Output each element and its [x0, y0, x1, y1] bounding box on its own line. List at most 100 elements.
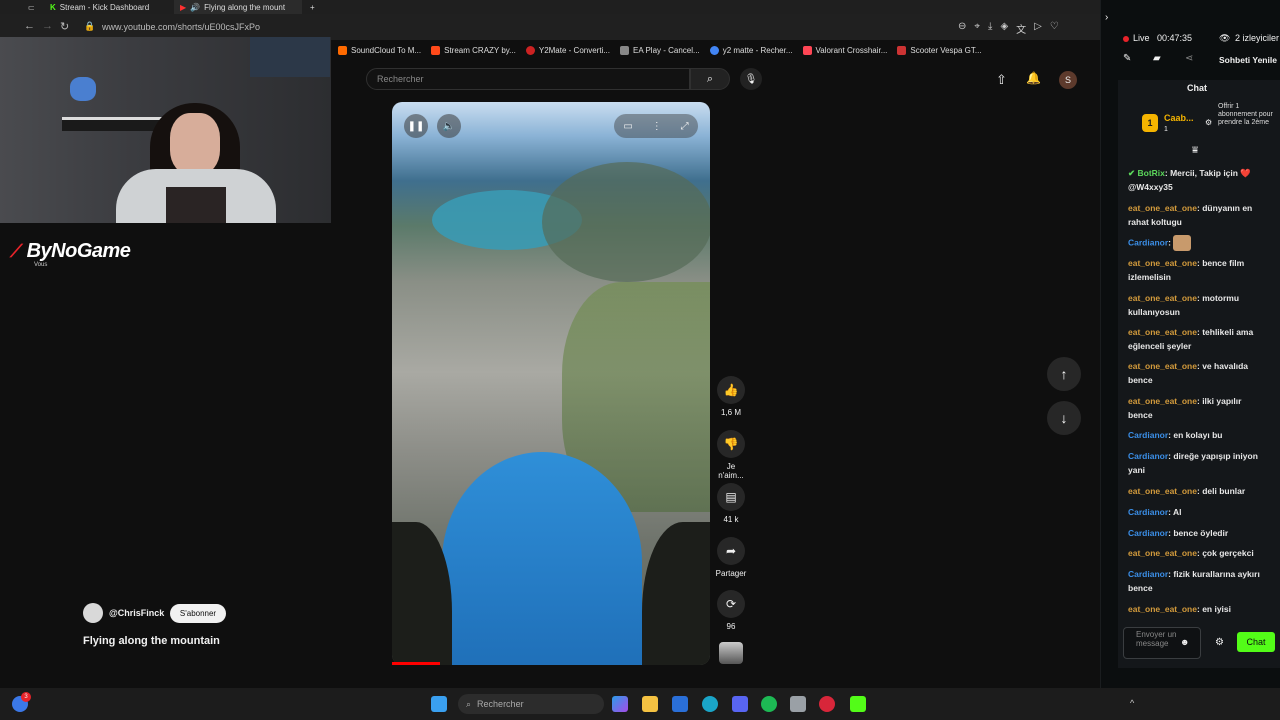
- emote-icon: [1173, 235, 1192, 251]
- pinned-user[interactable]: Caab...: [1164, 113, 1194, 123]
- share-icon[interactable]: ⋖: [1185, 53, 1193, 64]
- chat-message: eat_one_eat_one: çok gerçekci: [1128, 548, 1254, 558]
- eye-icon: 👁: [1219, 33, 1231, 43]
- channel-avatar[interactable]: [83, 603, 103, 623]
- copilot-icon[interactable]: [612, 696, 628, 712]
- bookmark-item[interactable]: EA Play - Cancel...: [620, 45, 700, 55]
- reload-icon[interactable]: ↻: [60, 20, 69, 33]
- lock-icon: 🔒: [84, 21, 96, 31]
- notifications-bell-icon[interactable]: 🔔: [1026, 71, 1041, 85]
- refresh-chat-button[interactable]: Sohbeti Yenile: [1219, 55, 1277, 65]
- search-icon: ⌕: [466, 698, 472, 709]
- expand-icon[interactable]: ›: [1105, 12, 1108, 23]
- shield-icon[interactable]: ◈: [1000, 21, 1008, 36]
- emoji-icon[interactable]: ☻: [1180, 637, 1189, 647]
- sound-thumbnail[interactable]: [719, 642, 743, 664]
- verified-icon: ✔: [1128, 168, 1136, 178]
- gift-sub-text[interactable]: Offrir 1 abonnement pour prendre la 2ème: [1218, 103, 1278, 127]
- bookmark-item[interactable]: SoundCloud To M...: [338, 45, 421, 55]
- tab-list-icon[interactable]: ▭: [22, 0, 34, 14]
- pin-icon[interactable]: ⌖: [974, 21, 980, 36]
- bookmarks-bar: SoundCloud To M... Stream CRAZY by... Y2…: [330, 40, 1100, 60]
- arrow-up-icon: ↑: [1060, 366, 1068, 382]
- chat-settings-icon[interactable]: ⚙: [1215, 637, 1224, 648]
- volume-button[interactable]: 🔈: [437, 114, 461, 138]
- url-text[interactable]: www.youtube.com/shorts/uE00csJFxPo: [102, 22, 260, 32]
- remix-button[interactable]: ⟳ 96: [714, 590, 748, 631]
- store-icon[interactable]: [672, 696, 688, 712]
- pause-button[interactable]: ❚❚: [404, 114, 428, 138]
- previous-short-button[interactable]: ↑: [1047, 357, 1081, 391]
- share-icon: ➦: [717, 537, 745, 565]
- bookmark-item[interactable]: Scooter Vespa GT...: [897, 45, 982, 55]
- spotify-icon[interactable]: [761, 696, 777, 712]
- back-icon[interactable]: ←: [24, 20, 35, 32]
- mountain-range: [542, 162, 710, 282]
- upload-icon[interactable]: ⇧: [996, 72, 1007, 88]
- subscribe-button[interactable]: S'abonner: [170, 604, 226, 623]
- tab-youtube[interactable]: ▶ 🔊 Flying along the mount: [174, 0, 302, 14]
- chat-message: Cardianor: Al: [1128, 507, 1182, 517]
- zoom-icon[interactable]: ⊖: [958, 21, 966, 36]
- tab-kick-dashboard[interactable]: K Stream - Kick Dashboard: [44, 0, 172, 14]
- brand-mark-icon: ⟋: [10, 241, 23, 261]
- settings-app-icon[interactable]: [790, 696, 806, 712]
- comments-button[interactable]: ▤ 41 k: [714, 483, 748, 524]
- play-icon[interactable]: ▷: [1034, 21, 1042, 36]
- progress-bar[interactable]: [392, 662, 440, 665]
- clip-icon[interactable]: ▰: [1153, 53, 1161, 64]
- file-explorer-icon[interactable]: [642, 696, 658, 712]
- brand-sub: Vous: [34, 262, 48, 268]
- voice-search-button[interactable]: 🎙: [740, 68, 762, 90]
- youtube-search-input[interactable]: Rechercher: [366, 68, 690, 90]
- chat-message: eat_one_eat_one: en iyisi: [1128, 604, 1232, 614]
- heart-icon[interactable]: ♡: [1050, 21, 1059, 36]
- wingsuit-right-wing: [642, 522, 710, 665]
- fullscreen-icon[interactable]: ⤢: [681, 121, 689, 132]
- send-chat-button[interactable]: Chat: [1237, 632, 1275, 652]
- filter-icon[interactable]: ⩸: [1192, 145, 1198, 156]
- translate-icon[interactable]: 文: [1016, 21, 1026, 36]
- dislike-button[interactable]: 👎 Je n'aim...: [714, 430, 748, 480]
- bookmark-item[interactable]: Y2Mate - Converti...: [525, 45, 610, 55]
- youtube-search-button[interactable]: ⌕: [690, 68, 730, 90]
- speaker-icon: 🔊: [190, 2, 201, 12]
- captions-icon[interactable]: ▭: [623, 121, 632, 132]
- edge-icon[interactable]: [702, 696, 718, 712]
- pinned-count: 1: [1164, 126, 1168, 133]
- bookmark-item[interactable]: y2 matte - Recher...: [709, 45, 793, 55]
- arrow-down-icon: ↓: [1060, 410, 1068, 426]
- bookmark-favicon-icon: [338, 45, 347, 55]
- browser-tab-bar: ▭ K Stream - Kick Dashboard ▶ 🔊 Flying a…: [0, 0, 1100, 14]
- shorts-video-player[interactable]: ❚❚ 🔈 ▭ ⋮ ⤢: [392, 102, 710, 665]
- tray-overflow-icon[interactable]: ^: [1130, 698, 1134, 708]
- settings-icon: ⚙: [1205, 118, 1213, 127]
- download-icon[interactable]: ⤓: [988, 21, 992, 36]
- account-avatar[interactable]: S: [1059, 71, 1077, 89]
- new-tab-button[interactable]: +: [304, 0, 318, 14]
- kick-app-icon[interactable]: [850, 696, 866, 712]
- thumbs-up-icon: 👍: [717, 376, 745, 404]
- next-short-button[interactable]: ↓: [1047, 401, 1081, 435]
- video-title: Flying along the mountain: [83, 635, 220, 647]
- more-options-icon[interactable]: ⋮: [652, 121, 662, 132]
- bookmark-item[interactable]: Valorant Crosshair...: [802, 45, 887, 55]
- chat-message: eat_one_eat_one: ve havalıda bence: [1128, 361, 1249, 385]
- like-button[interactable]: 👍 1,6 M: [714, 376, 748, 417]
- live-label: Live: [1133, 33, 1150, 43]
- discord-icon[interactable]: [732, 696, 748, 712]
- opera-icon[interactable]: [819, 696, 835, 712]
- live-timer: 00:47:35: [1157, 33, 1193, 43]
- windows-start-icon[interactable]: [431, 696, 447, 712]
- chat-message: eat_one_eat_one: deli bunlar: [1128, 486, 1246, 496]
- chat-title: Chat: [1187, 83, 1207, 93]
- share-button[interactable]: ➦ Partager: [714, 537, 748, 578]
- bookmark-item[interactable]: Stream CRAZY by...: [431, 45, 516, 55]
- chat-message: Cardianor: bence öyledir: [1128, 528, 1229, 538]
- chat-message: eat_one_eat_one: tehlikeli ama eğlenceli…: [1128, 327, 1254, 351]
- channel-name[interactable]: @ChrisFinck: [109, 608, 164, 618]
- edit-icon[interactable]: ✎: [1123, 53, 1131, 64]
- taskbar-search-input[interactable]: ⌕ Rechercher: [458, 694, 604, 714]
- chat-message: Cardianor: fizik kurallarına aykırı benc…: [1128, 569, 1260, 593]
- forward-icon[interactable]: →: [42, 20, 53, 32]
